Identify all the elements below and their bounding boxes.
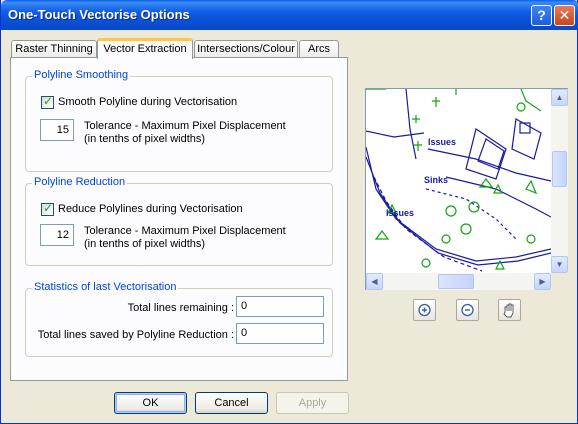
horizontal-scrollbar[interactable]: ◀ ▶ — [366, 273, 551, 290]
zoom-in-button[interactable] — [413, 299, 436, 321]
polyline-smoothing-group: Polyline Smoothing ✓ Smooth Polyline dur… — [25, 69, 333, 172]
map-line — [366, 146, 551, 262]
vertical-scroll-thumb[interactable] — [552, 151, 567, 187]
map-line — [520, 89, 542, 112]
scroll-left-icon[interactable]: ◀ — [366, 273, 383, 290]
smooth-polyline-checkbox[interactable]: ✓ — [41, 94, 54, 109]
close-button[interactable]: ✕ — [554, 5, 575, 26]
tree-icon — [526, 234, 536, 244]
tab-raster-thinning[interactable]: Raster Thinning — [11, 40, 97, 58]
reduction-tolerance-input[interactable]: 12 — [40, 224, 74, 246]
tree-icon — [445, 205, 457, 217]
vector-extraction-panel: Polyline Smoothing ✓ Smooth Polyline dur… — [10, 57, 348, 381]
apply-button[interactable]: Apply — [276, 392, 349, 414]
check-mark-icon: ✓ — [43, 94, 54, 108]
help-button[interactable]: ? — [531, 5, 552, 26]
smoothing-tolerance-sublabel: (in tenths of pixel widths) — [84, 133, 206, 145]
group-legend: Statistics of last Vectorisation — [32, 281, 179, 293]
check-mark-icon: ✓ — [43, 201, 54, 215]
map-line — [405, 89, 417, 160]
map-line — [366, 89, 457, 95]
map-building — [465, 128, 507, 180]
reduction-tolerance-sublabel: (in tenths of pixel widths) — [84, 238, 206, 250]
reduction-tolerance-label: Tolerance - Maximum Pixel Displacement — [84, 225, 286, 237]
map-line — [445, 176, 551, 218]
tree-icon — [516, 102, 526, 112]
map-line — [366, 130, 425, 138]
smoothing-tolerance-input[interactable]: 15 — [40, 119, 74, 141]
tab-vector-extraction[interactable]: Vector Extraction — [97, 38, 193, 59]
reduce-polylines-checkbox[interactable]: ✓ — [41, 201, 54, 216]
cancel-button[interactable]: Cancel — [195, 392, 268, 414]
map-canvas[interactable]: Issues Sinks Issues — [366, 89, 551, 273]
pan-button[interactable] — [498, 299, 521, 321]
lines-saved-field[interactable]: 0 — [236, 323, 324, 344]
scroll-up-icon[interactable]: ▲ — [551, 89, 568, 106]
tree-icon — [432, 97, 440, 107]
polyline-reduction-group: Polyline Reduction ✓ Reduce Polylines du… — [25, 176, 333, 266]
zoom-in-icon — [418, 303, 431, 317]
checkbox-label: Smooth Polyline during Vectorisation — [58, 96, 238, 108]
zoom-out-icon — [461, 303, 474, 317]
map-label-issues-2: Issues — [386, 208, 414, 218]
window-title: One-Touch Vectorise Options — [8, 7, 190, 22]
lines-remaining-field[interactable]: 0 — [236, 296, 324, 317]
tab-intersections-colour[interactable]: Intersections/Colour — [194, 40, 298, 58]
statistics-group: Statistics of last Vectorisation Total l… — [25, 281, 333, 357]
ok-button[interactable]: OK — [114, 392, 187, 414]
horizontal-scroll-thumb[interactable] — [438, 274, 474, 289]
title-bar: One-Touch Vectorise Options ? ✕ — [1, 0, 578, 30]
tree-icon — [421, 258, 431, 268]
map-label-issues: Issues — [428, 137, 456, 147]
hand-pan-icon — [503, 303, 514, 318]
map-preview[interactable]: Issues Sinks Issues ▲ ▼ ◀ ▶ — [365, 88, 568, 290]
zoom-out-button[interactable] — [456, 299, 479, 321]
map-building — [511, 118, 542, 160]
tree-icon — [441, 234, 451, 244]
scrollbar-corner — [551, 273, 568, 290]
lines-saved-label: Total lines saved by Polyline Reduction … — [37, 329, 234, 341]
smoothing-tolerance-label: Tolerance - Maximum Pixel Displacement — [84, 120, 286, 132]
map-label-sinks: Sinks — [424, 175, 448, 185]
group-legend: Polyline Reduction — [32, 176, 128, 188]
scroll-down-icon[interactable]: ▼ — [551, 256, 568, 273]
group-legend: Polyline Smoothing — [32, 69, 131, 81]
scroll-right-icon[interactable]: ▶ — [534, 273, 551, 290]
checkbox-label: Reduce Polylines during Vectorisation — [58, 203, 243, 215]
map-drawing: Issues Sinks Issues — [366, 89, 551, 272]
vectorise-options-dialog: One-Touch Vectorise Options ? ✕ Raster T… — [0, 0, 578, 424]
vertical-scrollbar[interactable]: ▲ ▼ — [551, 89, 568, 273]
tree-icon — [525, 179, 538, 195]
tree-icon — [460, 223, 472, 235]
tree-icon — [374, 230, 390, 240]
tree-icon — [412, 115, 420, 123]
lines-remaining-label: Total lines remaining : — [127, 302, 234, 314]
tree-icon — [414, 141, 422, 151]
tab-arcs[interactable]: Arcs — [299, 40, 339, 58]
